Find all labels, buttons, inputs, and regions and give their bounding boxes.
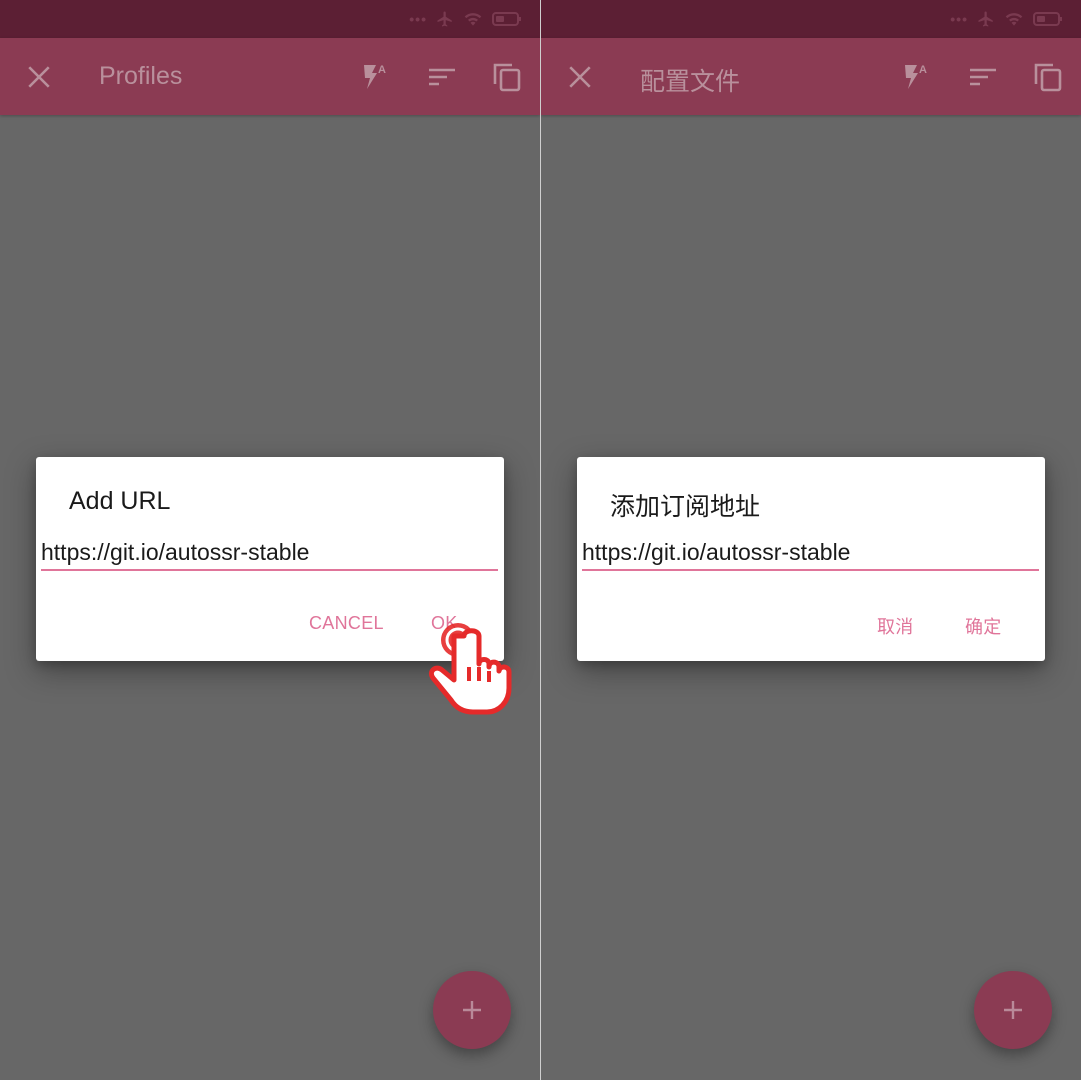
more-dots-icon: ••• (950, 11, 968, 27)
close-icon[interactable] (26, 64, 52, 90)
plus-icon (1004, 1001, 1022, 1019)
svg-text:A: A (919, 64, 927, 76)
status-bar: ••• (541, 0, 1081, 38)
close-icon[interactable] (567, 64, 593, 90)
copy-icon[interactable] (1033, 62, 1063, 92)
status-bar: ••• (0, 0, 540, 38)
status-icons: ••• (950, 9, 1063, 29)
battery-icon (1033, 12, 1062, 26)
status-icons: ••• (409, 9, 522, 29)
add-profile-fab[interactable] (433, 971, 511, 1049)
app-bar: 配置文件 A (541, 38, 1081, 115)
airplane-icon (437, 11, 452, 27)
dialog-title: Add URL (69, 487, 171, 515)
wifi-icon (1005, 13, 1023, 26)
plus-icon (463, 1001, 481, 1019)
svg-text:A: A (378, 64, 386, 76)
more-dots-icon: ••• (409, 11, 427, 27)
screen-chinese: ••• 配置文件 A 添加订阅地址 取消 确定 (541, 0, 1081, 1080)
url-input[interactable] (582, 535, 1039, 571)
page-title: 配置文件 (640, 68, 741, 96)
copy-icon[interactable] (492, 62, 522, 92)
dialog-title: 添加订阅地址 (610, 493, 761, 521)
app-bar: Profiles A (0, 38, 540, 115)
add-profile-fab[interactable] (974, 971, 1052, 1049)
page-title: Profiles (99, 62, 183, 90)
airplane-icon (978, 11, 993, 27)
cancel-button[interactable]: CANCEL (309, 613, 384, 634)
tap-hand-icon (428, 623, 512, 715)
wifi-icon (464, 13, 482, 26)
screen-english: ••• Profiles A Add URL CANCEL OK (0, 0, 540, 1080)
cancel-button[interactable]: 取消 (877, 613, 914, 639)
ok-button[interactable]: 确定 (965, 613, 1002, 639)
sort-icon[interactable] (968, 62, 998, 92)
sort-icon[interactable] (427, 62, 457, 92)
auto-flash-icon[interactable]: A (360, 62, 390, 92)
url-input[interactable] (41, 535, 498, 571)
auto-flash-icon[interactable]: A (901, 62, 931, 92)
battery-icon (492, 12, 521, 26)
add-url-dialog: 添加订阅地址 取消 确定 (577, 457, 1045, 661)
